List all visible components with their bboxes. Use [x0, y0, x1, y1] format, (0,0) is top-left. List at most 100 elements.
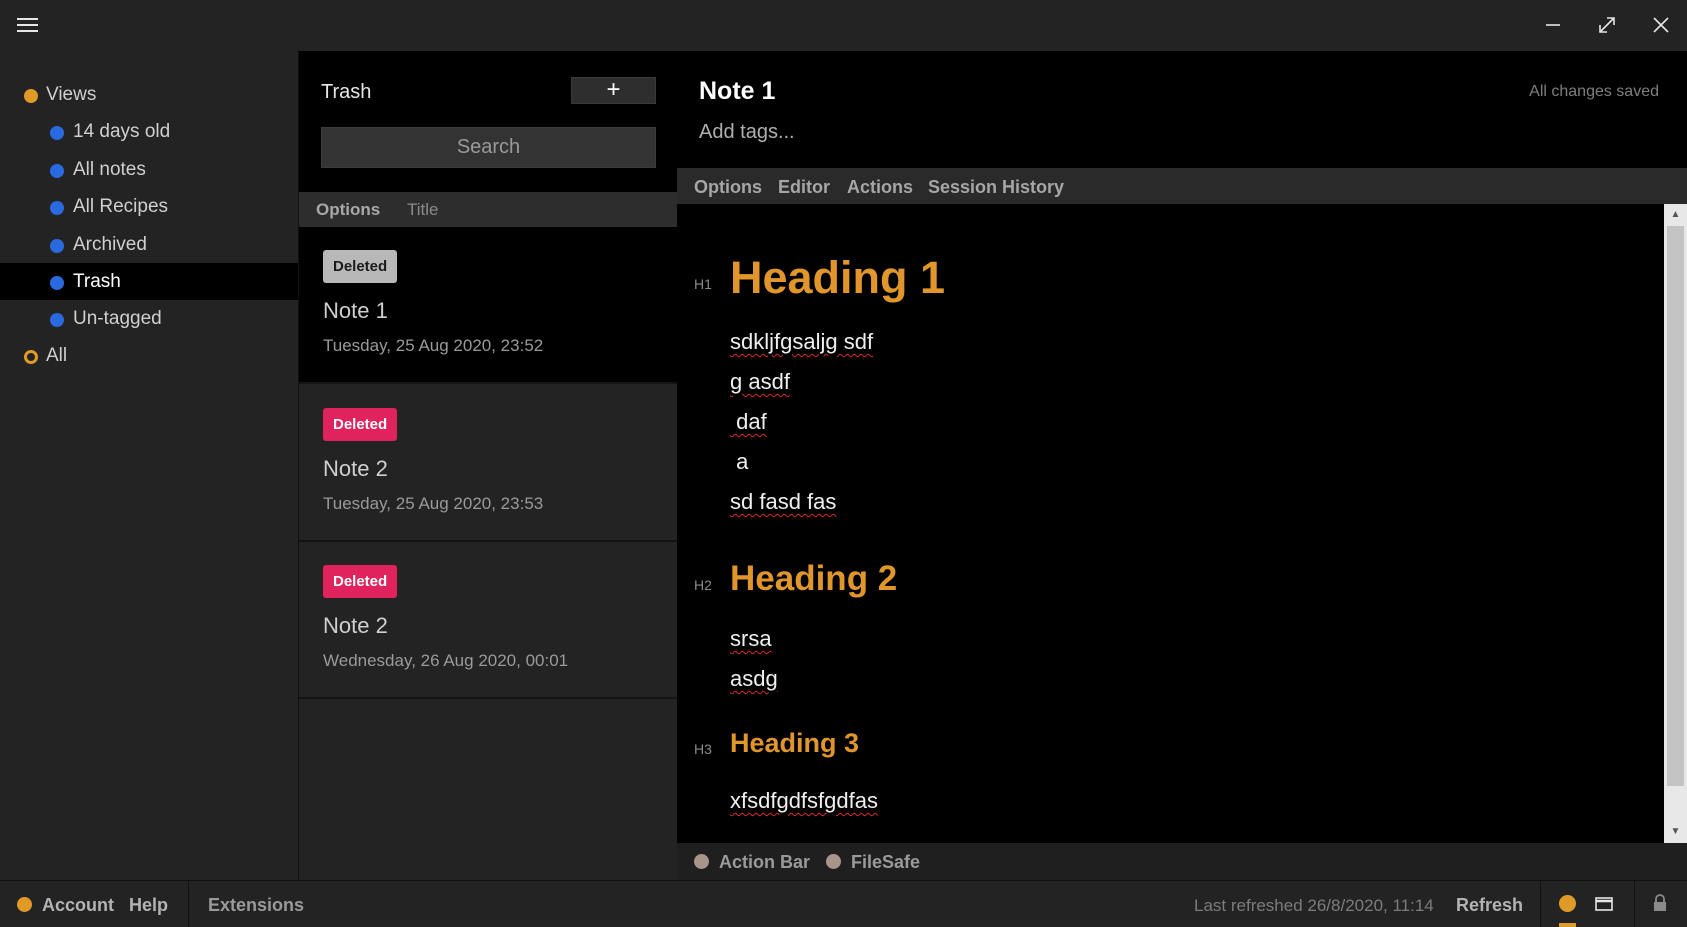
- close-icon[interactable]: [1649, 13, 1673, 37]
- sidebar-item-trash[interactable]: Trash: [0, 263, 298, 300]
- deleted-badge: Deleted: [323, 408, 398, 441]
- text-line: asdg: [730, 666, 778, 691]
- tag-dot-icon: [50, 313, 64, 327]
- sort-title-button[interactable]: Title: [407, 200, 439, 220]
- sidebar-item-label: Trash: [73, 271, 121, 292]
- sidebar-item-label: Views: [46, 84, 97, 105]
- text-line: xfsdfgdfsfgdfas: [730, 788, 878, 813]
- extension-label: Action Bar: [719, 852, 811, 872]
- status-bar: Account Help Extensions Last refreshed 2…: [0, 880, 1687, 927]
- tag-ring-icon: [24, 350, 38, 364]
- divider: [1634, 881, 1635, 927]
- active-indicator: [1559, 923, 1576, 927]
- sidebar-item-views[interactable]: Views: [0, 76, 298, 113]
- note-title: Note 1: [323, 298, 388, 323]
- text-line: a: [730, 449, 749, 474]
- notes-header: Trash +: [299, 51, 678, 192]
- sidebar-item-all-recipes[interactable]: All Recipes: [0, 188, 298, 225]
- account-button[interactable]: Account: [42, 895, 114, 916]
- menu-actions[interactable]: Actions: [847, 177, 913, 198]
- search-input[interactable]: [321, 127, 656, 168]
- tag-dot-icon: [50, 276, 64, 290]
- sync-status-icon[interactable]: [1559, 895, 1576, 912]
- menu-session-history[interactable]: Session History: [928, 177, 1064, 198]
- menu-editor[interactable]: Editor: [778, 177, 830, 198]
- extension-label: FileSafe: [851, 852, 921, 872]
- minimize-icon[interactable]: [1541, 13, 1565, 37]
- save-status: All changes saved: [1529, 83, 1659, 100]
- tag-dot-icon: [50, 126, 64, 140]
- sidebar-item-label: All: [46, 345, 68, 366]
- scroll-up-icon[interactable]: ▲: [1669, 208, 1682, 221]
- extension-dot-icon: [694, 854, 709, 869]
- editor-content[interactable]: H1 Heading 1 sdkljfgsaljg sdf g asdf daf…: [677, 204, 1664, 843]
- heading-3: Heading 3: [730, 728, 860, 758]
- tag-dot-icon: [50, 239, 64, 253]
- note-date: Tuesday, 25 Aug 2020, 23:52: [323, 336, 544, 355]
- deleted-badge: Deleted: [323, 250, 398, 283]
- tag-dot-icon: [50, 164, 64, 178]
- account-status-icon: [17, 897, 32, 912]
- title-bar: [0, 0, 1687, 51]
- notes-options-button[interactable]: Options: [316, 200, 380, 220]
- note-date: Tuesday, 25 Aug 2020, 23:53: [323, 494, 544, 513]
- text-line: srsa: [730, 626, 772, 651]
- help-button[interactable]: Help: [129, 895, 168, 916]
- sidebar-item-label: All Recipes: [73, 196, 169, 217]
- sidebar-item-un-tagged[interactable]: Un-tagged: [0, 300, 298, 337]
- heading-1: Heading 1: [730, 252, 946, 303]
- maximize-icon[interactable]: [1595, 13, 1619, 37]
- sidebar-item-all[interactable]: All: [0, 337, 298, 374]
- note-title-input[interactable]: Note 1: [699, 77, 775, 106]
- text-line: g asdf: [730, 369, 790, 394]
- text-line: sdkljfgsaljg sdf: [730, 329, 874, 354]
- h1-marker: H1: [694, 276, 712, 292]
- deleted-badge: Deleted: [323, 565, 398, 598]
- h2-marker: H2: [694, 577, 712, 593]
- last-refreshed: Last refreshed 26/8/2020, 11:14: [1194, 896, 1434, 915]
- text-line: sdkljfgsaljg sdf: [730, 329, 873, 355]
- text-line: g asdf: [730, 369, 790, 395]
- note-date: Wednesday, 26 Aug 2020, 00:01: [323, 651, 569, 670]
- sidebar-item-label: Archived: [73, 234, 147, 255]
- hamburger-icon[interactable]: [17, 17, 38, 33]
- sidebar-item-archived[interactable]: Archived: [0, 226, 298, 263]
- scroll-thumb[interactable]: [1667, 226, 1684, 786]
- editor-menu-bar: Options Editor Actions Session History: [677, 168, 1687, 204]
- text-line: srsa: [730, 626, 772, 652]
- editor-panel: Note 1 Add tags... All changes saved Opt…: [677, 51, 1687, 880]
- notes-options-bar: Options Title: [299, 192, 678, 227]
- extensions-button[interactable]: Extensions: [208, 895, 304, 916]
- note-title: Note 2: [323, 456, 388, 481]
- sidebar: Views 14 days old All notes All Recipes …: [0, 51, 298, 880]
- sidebar-item-label: All notes: [73, 159, 146, 180]
- editor-footer: Action Bar FileSafe: [677, 843, 1687, 880]
- text-line: sd fasd fas: [730, 489, 837, 514]
- add-note-button[interactable]: +: [571, 77, 656, 104]
- h3-marker: H3: [694, 741, 712, 757]
- sidebar-item-14-days-old[interactable]: 14 days old: [0, 113, 298, 150]
- note-title: Note 2: [323, 613, 388, 638]
- scroll-down-icon[interactable]: ▼: [1669, 825, 1682, 838]
- heading-2: Heading 2: [730, 559, 898, 598]
- sidebar-item-label: Un-tagged: [73, 308, 162, 329]
- note-list-item[interactable]: Deleted Note 1 Tuesday, 25 Aug 2020, 23:…: [299, 227, 678, 384]
- divider: [188, 881, 189, 927]
- sidebar-item-label: 14 days old: [73, 121, 171, 142]
- note-list-item[interactable]: Deleted Note 2 Wednesday, 26 Aug 2020, 0…: [299, 542, 678, 699]
- menu-options[interactable]: Options: [694, 177, 762, 198]
- tags-input[interactable]: Add tags...: [699, 121, 795, 144]
- tag-dot-icon: [24, 89, 38, 103]
- window-icon[interactable]: [1595, 896, 1613, 912]
- text-line: daf: [730, 409, 767, 435]
- refresh-button[interactable]: Refresh: [1456, 895, 1523, 916]
- notes-list-panel: Trash + Options Title Deleted Note 1 Tue…: [298, 51, 678, 880]
- text-line: xfsdfgdfsfgdfas: [730, 788, 878, 814]
- text-line: sd fasd fas: [730, 489, 836, 515]
- note-list-item[interactable]: Deleted Note 2 Tuesday, 25 Aug 2020, 23:…: [299, 385, 678, 542]
- notes-list-title: Trash: [321, 81, 372, 103]
- text-line: daf: [730, 409, 767, 434]
- sidebar-item-all-notes[interactable]: All notes: [0, 151, 298, 188]
- lock-icon[interactable]: [1652, 894, 1668, 912]
- editor-scrollbar[interactable]: ▲ ▼: [1664, 204, 1687, 843]
